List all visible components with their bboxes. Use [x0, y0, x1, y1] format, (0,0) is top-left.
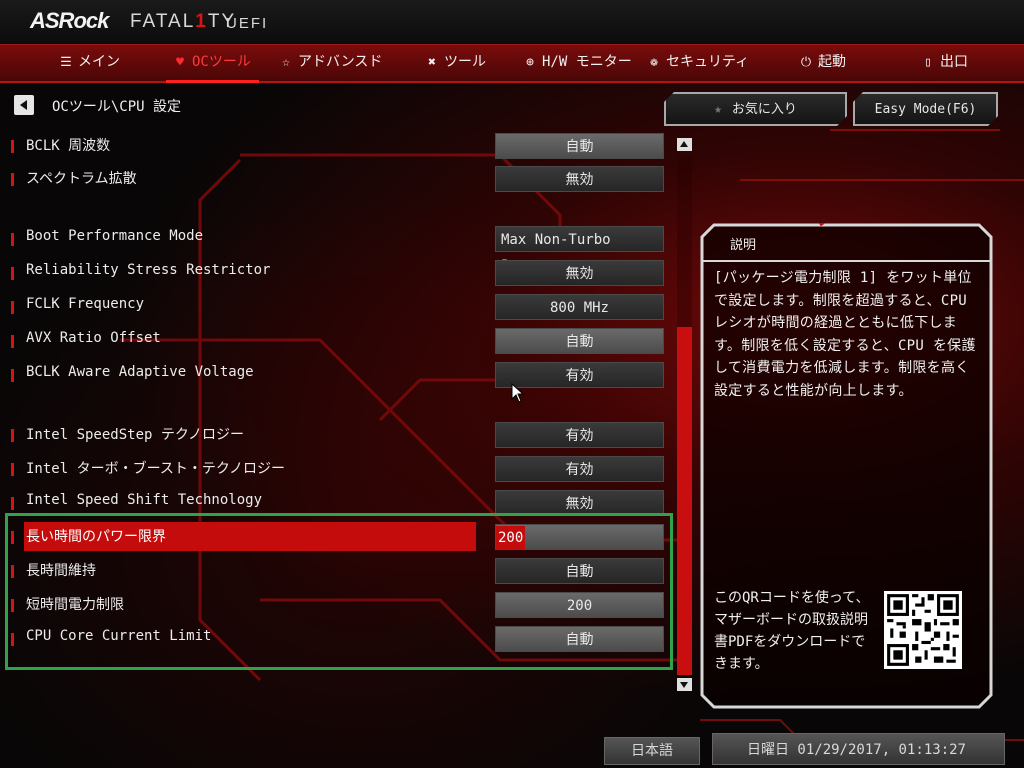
highlight-annotation-box: [5, 513, 673, 670]
setting-value[interactable]: 自動: [495, 133, 664, 159]
description-panel: 説明 [パッケージ電力制限 1] をワット単位で設定します。制限を超過すると、C…: [700, 223, 993, 709]
flame-icon: ♥: [176, 55, 184, 70]
favorites-button[interactable]: ★ お気に入り: [664, 92, 847, 126]
tab-exit[interactable]: ▯ 出口: [920, 45, 968, 81]
setting-value[interactable]: 無効: [495, 260, 664, 286]
setting-row-bclk-frequency[interactable]: BCLK 周波数 自動: [0, 133, 670, 159]
setting-row-boot-performance-mode[interactable]: Boot Performance Mode Max Non-Turbo Per.…: [0, 226, 670, 274]
scroll-up-arrow[interactable]: [677, 138, 692, 151]
tab-tool[interactable]: ✖ ツール: [424, 45, 486, 81]
tab-advanced[interactable]: ☆ アドバンスド: [278, 45, 382, 81]
back-button[interactable]: [14, 95, 34, 115]
setting-row-spread-spectrum[interactable]: スペクトラム拡散 無効: [0, 166, 670, 192]
crosshair-icon: ⊕: [526, 55, 534, 70]
setting-row-fclk-frequency[interactable]: FCLK Frequency 800 MHz: [0, 294, 670, 320]
setting-row-avx-ratio-offset[interactable]: AVX Ratio Offset 自動: [0, 328, 670, 354]
scrollbar-thumb[interactable]: [677, 327, 692, 675]
setting-label: AVX Ratio Offset: [26, 330, 161, 346]
shield-icon: ❁: [650, 55, 658, 70]
exit-door-icon: ▯: [924, 55, 932, 70]
setting-label: Intel ターボ・ブースト・テクノロジー: [26, 461, 286, 477]
top-bar: ASRock FATAL1TY UEFI: [0, 0, 1024, 44]
setting-row-reliability-stress-restrictor[interactable]: Reliability Stress Restrictor 無効: [0, 260, 670, 286]
setting-label: Reliability Stress Restrictor: [26, 262, 271, 278]
setting-label: BCLK Aware Adaptive Voltage: [26, 364, 254, 380]
tools-icon: ✖: [428, 55, 436, 70]
setting-label: Intel Speed Shift Technology: [26, 492, 263, 508]
description-text: [パッケージ電力制限 1] をワット単位で設定します。制限を超過すると、CPU …: [714, 270, 976, 399]
setting-row-intel-turbo-boost[interactable]: Intel ターボ・ブースト・テクノロジー 有効: [0, 456, 670, 482]
language-button[interactable]: 日本語: [604, 737, 700, 765]
date-time-display: 日曜日 01/29/2017, 01:13:27: [712, 733, 1005, 765]
setting-label: Intel SpeedStep テクノロジー: [26, 427, 245, 443]
power-icon: ⏻: [800, 55, 812, 70]
product-logo: FATAL1TY: [130, 11, 237, 32]
brand-logo: ASRock: [30, 8, 109, 33]
tab-boot[interactable]: ⏻ 起動: [798, 45, 846, 81]
setting-label: Boot Performance Mode: [26, 228, 204, 244]
setting-value[interactable]: Max Non-Turbo Per...: [495, 226, 664, 274]
tab-hw-monitor[interactable]: ⊕ H/W モニター: [522, 45, 632, 81]
setting-row-intel-speedstep[interactable]: Intel SpeedStep テクノロジー 有効: [0, 422, 670, 448]
qr-code-image: [884, 591, 962, 669]
setting-label: BCLK 周波数: [26, 138, 111, 154]
setting-row-bclk-aware-adaptive-voltage[interactable]: BCLK Aware Adaptive Voltage 有効: [0, 362, 670, 388]
setting-label: スペクトラム拡散: [26, 171, 137, 187]
tab-security[interactable]: ❁ セキュリティ: [646, 45, 749, 81]
scroll-down-arrow[interactable]: [677, 678, 692, 691]
tab-main[interactable]: ☰ メイン: [58, 45, 120, 81]
breadcrumb: OCツール\CPU 設定: [52, 99, 182, 115]
star-icon: ★: [714, 102, 722, 117]
setting-value[interactable]: 有効: [495, 422, 664, 448]
star-icon: ☆: [282, 55, 290, 70]
easy-mode-button[interactable]: Easy Mode(F6): [853, 92, 998, 126]
main-menu-bar: ☰ メイン ♥ OCツール ☆ アドバンスド ✖ ツール ⊕ H/W モニター ❁ セキュリ…: [0, 44, 1024, 83]
list-icon: ☰: [60, 55, 72, 70]
setting-value[interactable]: 800 MHz: [495, 294, 664, 320]
qr-code-text: このQRコードを使って、マザーボードの取扱説明書PDFをダウンロードできます。: [714, 590, 870, 672]
setting-value[interactable]: 自動: [495, 328, 664, 354]
setting-value[interactable]: 有効: [495, 456, 664, 482]
setting-value[interactable]: 無効: [495, 166, 664, 192]
uefi-label: UEFI: [226, 15, 269, 32]
mouse-cursor-icon: [511, 383, 525, 403]
tab-oc-tweaker[interactable]: ♥ OCツール: [166, 45, 259, 83]
setting-label: FCLK Frequency: [26, 296, 145, 312]
description-title: 説明: [730, 238, 757, 253]
